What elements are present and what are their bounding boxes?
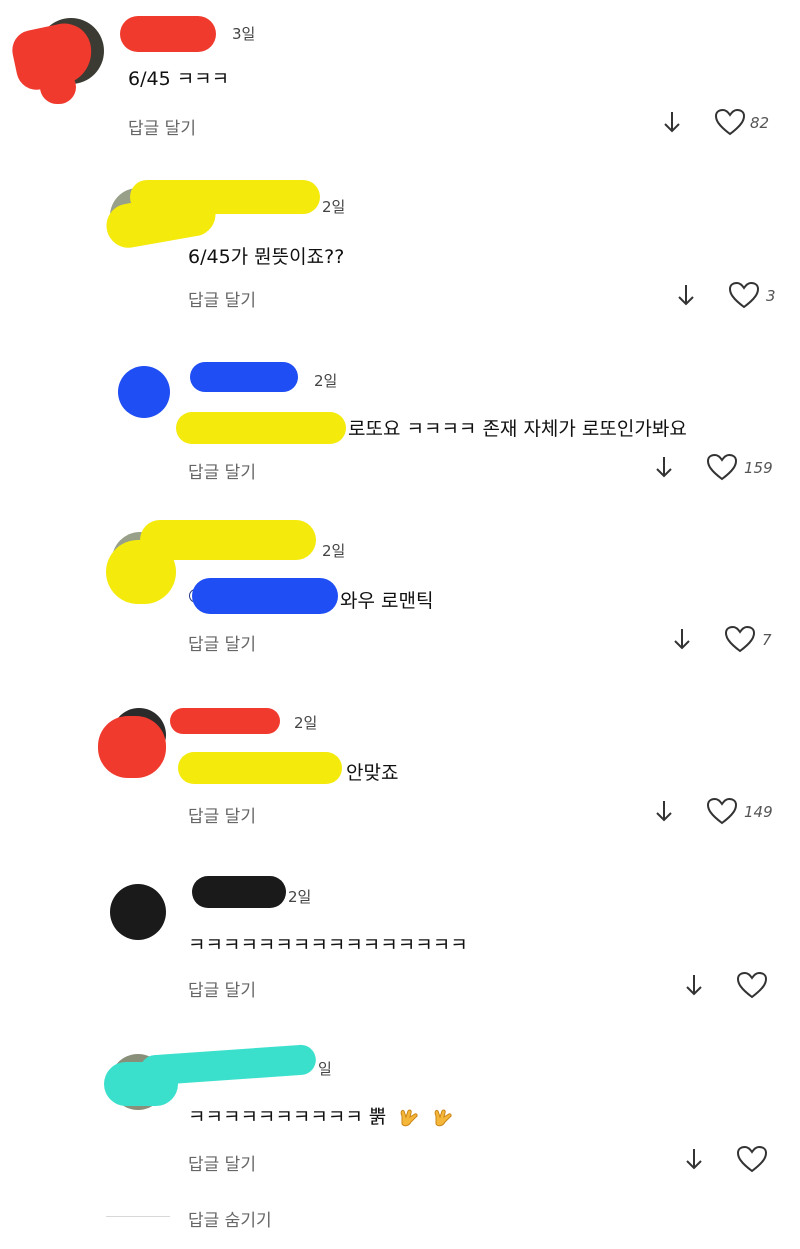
- redacted-username: [98, 716, 166, 778]
- like-count: 82: [750, 114, 770, 132]
- comment-text: 안맞죠: [346, 762, 399, 784]
- redacted-username[interactable]: [170, 708, 280, 734]
- arrow-down-icon[interactable]: [672, 627, 692, 651]
- heart-icon[interactable]: [724, 625, 756, 653]
- heart-icon[interactable]: [706, 453, 738, 481]
- arrow-down-icon[interactable]: [654, 455, 674, 479]
- avatar[interactable]: [118, 366, 170, 418]
- heart-icon[interactable]: [728, 281, 760, 309]
- avatar[interactable]: [110, 884, 166, 940]
- comment-time: 2일: [294, 714, 318, 732]
- like-count: 7: [762, 631, 772, 649]
- comment-text: 로또요 ㅋㅋㅋㅋ 존재 자체가 로또인가봐요: [348, 418, 687, 440]
- comment-text: ㅋㅋㅋㅋㅋㅋㅋㅋㅋㅋ 뿕: [188, 1102, 454, 1130]
- arrow-down-icon[interactable]: [662, 110, 682, 134]
- redacted-mention: [176, 412, 346, 444]
- arrow-down-icon[interactable]: [684, 973, 704, 997]
- like-count: 149: [744, 803, 773, 821]
- comment-time: 2일: [322, 542, 346, 560]
- comment-time: 2일: [314, 372, 338, 390]
- arrow-down-icon[interactable]: [676, 283, 696, 307]
- reply-button[interactable]: 답글 달기: [188, 802, 256, 827]
- heart-icon[interactable]: [706, 797, 738, 825]
- reply-button[interactable]: 답글 달기: [188, 458, 256, 483]
- reply-button[interactable]: 답글 달기: [188, 286, 256, 311]
- redacted-username[interactable]: [130, 180, 320, 214]
- reply-button[interactable]: 답글 달기: [128, 114, 196, 139]
- reply-button[interactable]: 답글 달기: [188, 1150, 256, 1175]
- arrow-down-icon[interactable]: [684, 1147, 704, 1171]
- reply-button[interactable]: 답글 달기: [188, 630, 256, 655]
- heart-icon[interactable]: [736, 971, 768, 999]
- heart-icon[interactable]: [714, 108, 746, 136]
- redacted-mention: [178, 752, 342, 784]
- heart-icon[interactable]: [736, 1145, 768, 1173]
- comment-text-body: ㅋㅋㅋㅋㅋㅋㅋㅋㅋㅋ 뿕: [188, 1106, 387, 1128]
- redacted-username: [40, 70, 76, 104]
- redacted-username[interactable]: [120, 16, 216, 52]
- like-count: 3: [766, 287, 776, 305]
- redacted-mention: [192, 578, 338, 614]
- comment-text: 와우 로맨틱: [340, 590, 434, 612]
- hide-replies-button[interactable]: 답글 숨기기: [188, 1206, 272, 1231]
- redacted-username[interactable]: [192, 876, 286, 908]
- arrow-down-icon[interactable]: [654, 799, 674, 823]
- comment-time: 일: [318, 1060, 332, 1078]
- comment-time: 2일: [288, 888, 312, 906]
- redacted-username[interactable]: [139, 1043, 317, 1087]
- comment-text: 6/45 ㅋㅋㅋ: [128, 68, 230, 90]
- reply-button[interactable]: 답글 달기: [188, 976, 256, 1001]
- call-me-hand-emoji-icon: [435, 1108, 453, 1126]
- redacted-username[interactable]: [140, 520, 316, 560]
- comment-text: ㅋㅋㅋㅋㅋㅋㅋㅋㅋㅋㅋㅋㅋㅋㅋㅋ: [188, 934, 468, 956]
- redacted-username[interactable]: [190, 362, 298, 392]
- comment-text: 6/45가 뭔뜻이죠??: [188, 246, 345, 268]
- divider-line: [106, 1216, 170, 1217]
- call-me-hand-emoji-icon: [401, 1108, 418, 1126]
- comment-time: 3일: [232, 25, 256, 43]
- comment-time: 2일: [322, 198, 346, 216]
- like-count: 159: [744, 459, 773, 477]
